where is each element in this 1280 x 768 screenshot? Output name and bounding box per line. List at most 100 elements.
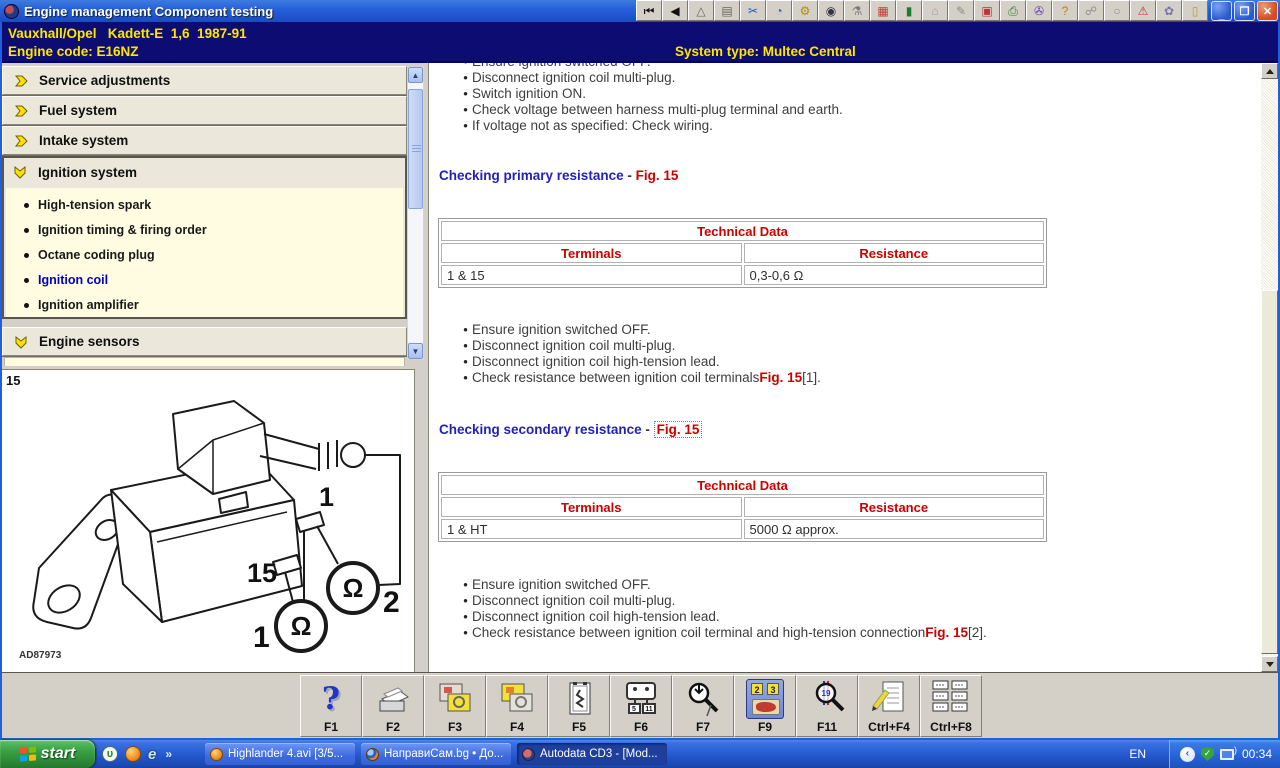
toolbar-icon[interactable]: ▣ [974, 0, 1000, 21]
heading-text: Checking primary resistance [439, 168, 624, 183]
fkey-button-f7[interactable]: F7 [672, 675, 734, 737]
bullet-item: •Disconnect ignition coil multi-plug. [459, 70, 675, 86]
vehicle-name: Vauxhall/Opel Kadett-E 1,6 1987-91 [8, 26, 247, 41]
scrollbar-thumb[interactable] [1261, 290, 1278, 654]
figure-link-focused[interactable]: Fig. 15 [654, 421, 703, 438]
fkey-button-f1[interactable]: ? F1 [300, 675, 362, 737]
svg-text:1: 1 [319, 482, 334, 512]
toolbar-icon[interactable]: ? [1052, 0, 1078, 21]
submenu-item-ignition-amplifier[interactable]: Ignition amplifier [24, 297, 139, 313]
autodata-icon [522, 748, 535, 761]
tray-chevron-icon[interactable]: ‹ [1180, 747, 1195, 762]
bullet-dot [24, 253, 29, 258]
fkey-button-f11[interactable]: 19 F11 [796, 675, 858, 737]
fkey-button-f9[interactable]: 2 3 F9 [734, 675, 796, 737]
overflow-chevron-icon[interactable]: » [165, 747, 172, 761]
toolbar-icon[interactable]: ⚠ [1130, 0, 1156, 21]
submenu-item-high-tension-spark[interactable]: High-tension spark [24, 197, 151, 213]
fkey-button-f4[interactable]: F4 [486, 675, 548, 737]
sidebar-item-engine-sensors[interactable]: Engine sensors [2, 327, 407, 356]
app-icon [4, 4, 19, 19]
toolbar-icon[interactable]: ✿ [1156, 0, 1182, 21]
bullet-dot [24, 203, 29, 208]
orange-ball-icon[interactable] [125, 746, 141, 762]
taskbar-task-browser[interactable]: НаправиСам.bg • До... [361, 743, 511, 765]
toolbar-icon[interactable]: ▯ [1182, 0, 1208, 21]
main-content: •Ensure ignition switched OFF. •Disconne… [428, 63, 1261, 672]
sidebar-item-fuel-system[interactable]: Fuel system [2, 96, 407, 125]
toolbar-icon[interactable]: ▦ [870, 0, 896, 21]
scroll-down-button[interactable]: ▼ [408, 343, 423, 359]
fkey-button-f2[interactable]: F2 [362, 675, 424, 737]
thumb-grip [412, 145, 421, 153]
toolbar-icon[interactable]: ○ [1104, 0, 1130, 21]
taskbar-task-highlander[interactable]: Highlander 4.avi [3/5... [205, 743, 355, 765]
language-indicator[interactable]: EN [1129, 740, 1148, 768]
figure-link[interactable]: Fig. 15 [636, 168, 679, 183]
figure-link[interactable]: Fig. 15 [759, 370, 802, 386]
bullet-item: •Ensure ignition switched OFF. [459, 577, 651, 593]
toolbar-icon[interactable]: ⚗ [844, 0, 870, 21]
toolbar-icon[interactable]: ◔ [766, 0, 792, 21]
toolbar-icon[interactable]: ✂ [740, 0, 766, 21]
content-scrollbar[interactable] [1261, 63, 1278, 672]
list-icon [921, 678, 981, 720]
scrollbar-thumb[interactable] [408, 89, 423, 209]
toolbar-icon[interactable]: ◀ [662, 0, 688, 21]
toolbar-icon[interactable]: ⏮ [636, 0, 662, 21]
fkey-button-ctrl-f4[interactable]: Ctrl+F4 [858, 675, 920, 737]
utorrent-icon[interactable]: υ [102, 746, 118, 762]
submenu-label: Octane coding plug [38, 248, 155, 262]
restore-button[interactable]: ❐ [1234, 1, 1255, 21]
tester-selected-icon: 2 3 [735, 678, 795, 720]
toolbar-icon[interactable]: ⚙ [792, 0, 818, 21]
table-header-resistance: Resistance [744, 243, 1045, 263]
fkey-button-f5[interactable]: F5 [548, 675, 610, 737]
toolbar-icon[interactable]: ◉ [818, 0, 844, 21]
toolbar-icon[interactable]: △ [688, 0, 714, 21]
submenu-item-ignition-timing[interactable]: Ignition timing & firing order [24, 222, 207, 238]
bullet-dot [24, 278, 29, 283]
figure-link[interactable]: Fig. 15 [925, 625, 968, 641]
ignition-coil-diagram: Ω Ω 1 15 1 2 AD87973 [1, 372, 414, 674]
fkey-button-f6[interactable]: 511 F6 [610, 675, 672, 737]
toolbar-icon[interactable]: ☍ [1078, 0, 1104, 21]
submenu-item-octane-coding-plug[interactable]: Octane coding plug [24, 247, 155, 263]
toolbar-icon[interactable]: ⎙ [1000, 0, 1026, 21]
sidebar-item-service-adjustments[interactable]: Service adjustments [2, 66, 407, 95]
toolbar-icon[interactable]: ✎ [948, 0, 974, 21]
sidebar-item-ignition-system[interactable]: Ignition system [4, 158, 405, 186]
start-button[interactable]: start [0, 740, 95, 768]
sidebar-item-label: Fuel system [39, 103, 117, 118]
engine-code: Engine code: E16NZ [8, 44, 139, 59]
titlebar-toolbar: ⏮◀△▤✂◔⚙◉⚗▦▮⌂✎▣⎙✇?☍○⚠✿▯ [636, 0, 1208, 22]
submenu-item-ignition-coil[interactable]: Ignition coil [24, 272, 108, 288]
scroll-up-button[interactable] [1261, 63, 1278, 79]
bullet-item: •Disconnect ignition coil high-tension l… [459, 354, 720, 370]
toolbar-icon[interactable]: ✇ [1026, 0, 1052, 21]
scroll-down-button[interactable] [1261, 656, 1278, 672]
fkey-button-ctrl-f8[interactable]: Ctrl+F8 [920, 675, 982, 737]
toolbar-icon[interactable]: ⌂ [922, 0, 948, 21]
svg-text:5: 5 [632, 706, 636, 713]
fkey-label: F4 [487, 720, 547, 734]
minimize-button[interactable]: _ [1211, 1, 1232, 21]
network-icon[interactable] [1220, 749, 1234, 760]
fkey-button-f3[interactable]: F3 [424, 675, 486, 737]
bullet-item: •Check resistance between ignition coil … [459, 370, 821, 386]
internet-explorer-icon[interactable]: e [148, 746, 156, 763]
clock[interactable]: 00:34 [1242, 747, 1272, 761]
scroll-up-button[interactable]: ▲ [408, 67, 423, 83]
system-type: System type: Multec Central [675, 44, 856, 59]
sidebar-item-intake-system[interactable]: Intake system [2, 126, 407, 155]
security-shield-icon[interactable]: ✓ [1201, 747, 1214, 761]
bullet-dot [24, 228, 29, 233]
heading-dash: - [624, 168, 636, 183]
toolbar-icon[interactable]: ▮ [896, 0, 922, 21]
fkey-label: F11 [797, 720, 857, 734]
taskbar-task-autodata[interactable]: Autodata CD3 - [Mod... [517, 743, 667, 765]
close-button[interactable]: ✕ [1257, 1, 1278, 21]
toolbar-icon[interactable]: ▤ [714, 0, 740, 21]
sidebar-scrollbar[interactable]: ▲ ▼ [407, 66, 424, 360]
sidebar-item-label: Service adjustments [39, 73, 170, 88]
